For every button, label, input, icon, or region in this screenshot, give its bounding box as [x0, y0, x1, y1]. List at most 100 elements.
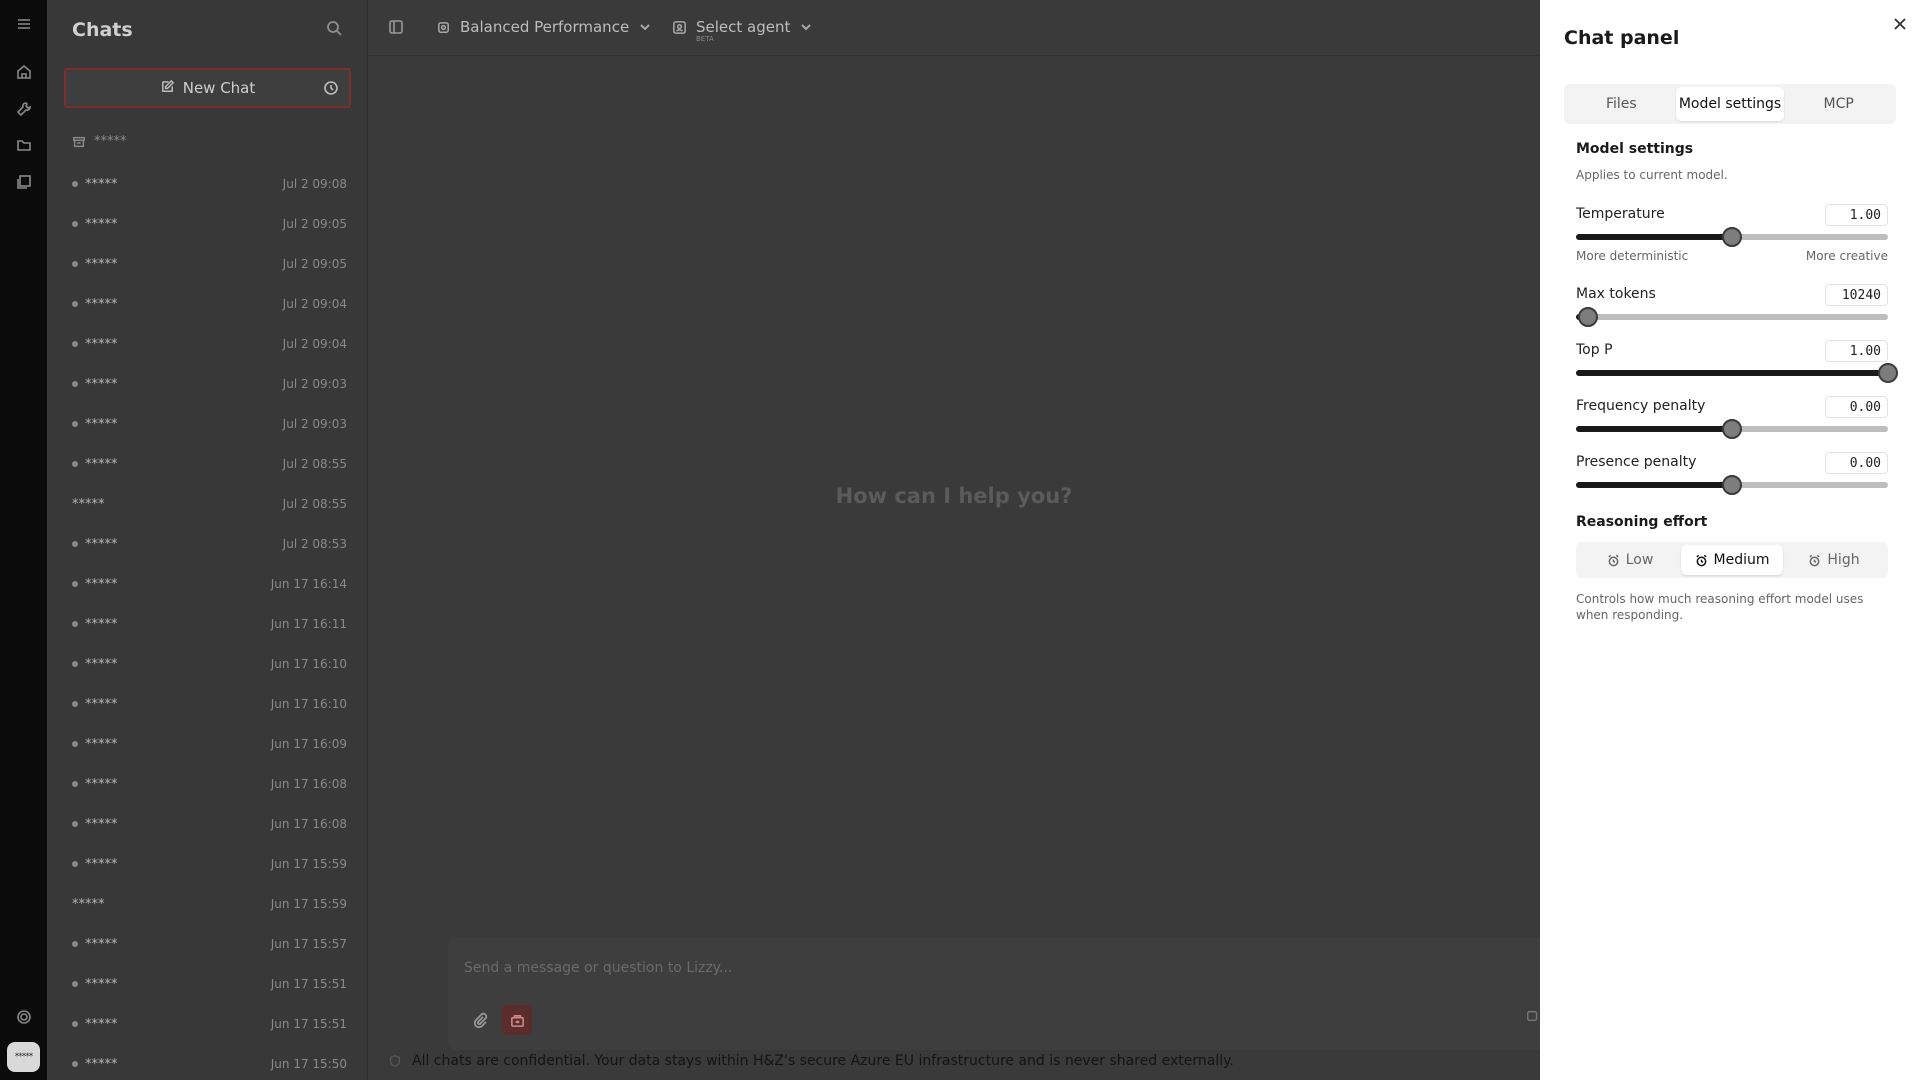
agent-label: Select agent	[696, 18, 791, 36]
max-tokens-slider[interactable]	[1576, 307, 1888, 327]
slider-thumb[interactable]	[1722, 475, 1742, 495]
slider-thumb[interactable]	[1578, 307, 1599, 327]
chat-list-item[interactable]: ***** Jul 2 09:05	[72, 204, 347, 244]
model-icon	[438, 21, 449, 33]
max-tokens-label: Max tokens	[1576, 286, 1656, 302]
chat-list-item[interactable]: ***** Jun 17 15:59	[72, 844, 347, 884]
chat-list-item[interactable]: ***** Jul 2 09:03	[72, 404, 347, 444]
chat-item-time: Jun 17 16:11	[270, 617, 347, 631]
search-icon[interactable]	[326, 20, 346, 40]
new-chat-button[interactable]: New Chat	[64, 68, 351, 108]
model-label: Balanced Performance	[460, 18, 630, 36]
temperature-label: Temperature	[1576, 206, 1665, 222]
reasoning-low-button[interactable]: Low	[1579, 545, 1681, 575]
tool-toggle-icon[interactable]	[502, 1005, 532, 1035]
chat-list-item[interactable]: ***** Jul 2 09:05	[72, 244, 347, 284]
slider-thumb[interactable]	[1722, 227, 1742, 247]
archive-icon	[73, 136, 85, 147]
chat-item-title: *****	[72, 1057, 118, 1072]
menu-icon[interactable]	[14, 14, 34, 34]
presence-penalty-slider[interactable]	[1576, 475, 1888, 495]
chat-list-item[interactable]: ***** Jun 17 15:57	[72, 924, 347, 964]
chat-item-time: Jul 2 09:04	[282, 297, 347, 311]
chat-item-name: *****	[85, 1016, 118, 1032]
chat-item-name: *****	[85, 976, 118, 992]
reasoning-medium-button[interactable]: Medium	[1681, 545, 1783, 575]
reasoning-high-label: High	[1827, 552, 1860, 568]
reasoning-medium-label: Medium	[1713, 552, 1770, 568]
section-title: Model settings	[1576, 141, 1694, 157]
tab-model-settings[interactable]: Model settings	[1675, 87, 1785, 121]
chat-list-item[interactable]: ***** Jul 2 08:53	[72, 524, 347, 564]
reasoning-high-button[interactable]: High	[1783, 545, 1885, 575]
slider-thumb[interactable]	[1722, 419, 1742, 439]
chat-list-item[interactable]: ***** Jul 2 08:55	[72, 444, 347, 484]
chat-list-item[interactable]: ***** Jun 17 16:08	[72, 764, 347, 804]
chat-list-item[interactable]: ***** Jun 17 16:11	[72, 604, 347, 644]
chat-item-title: *****	[72, 497, 105, 512]
chat-list-item[interactable]: ***** Jun 17 16:08	[72, 804, 347, 844]
edit-icon	[160, 79, 183, 98]
home-icon[interactable]	[14, 62, 34, 82]
top-p-input[interactable]	[1825, 340, 1888, 362]
chat-status-dot	[72, 381, 78, 387]
attach-icon[interactable]	[466, 1006, 494, 1034]
slider-thumb[interactable]	[1878, 363, 1898, 383]
chat-item-name: *****	[85, 256, 118, 272]
chat-list-item[interactable]: ***** Jun 17 16:09	[72, 724, 347, 764]
sidebar-toggle-icon[interactable]	[388, 19, 404, 39]
chat-item-name: *****	[85, 936, 118, 952]
chat-item-time: Jul 2 09:08	[282, 177, 347, 191]
max-tokens-input[interactable]	[1825, 284, 1888, 306]
avatar[interactable]: *****	[7, 1042, 40, 1072]
greeting: How can I help you?	[835, 484, 1073, 508]
message-input[interactable]: Send a message or question to Lizzy...	[464, 960, 732, 976]
message-composer[interactable]: Send a message or question to Lizzy...	[448, 938, 1540, 1050]
temperature-input[interactable]	[1825, 204, 1888, 226]
chat-list-item[interactable]: ***** Jul 2 09:04	[72, 324, 347, 364]
presence-penalty-input[interactable]	[1825, 452, 1888, 474]
chat-list-item[interactable]: ***** Jul 2 09:08	[72, 164, 347, 204]
history-icon[interactable]	[323, 80, 339, 100]
chat-item-time: Jun 17 15:57	[270, 937, 347, 951]
close-icon[interactable]	[1893, 16, 1909, 32]
chat-list-item[interactable]: ***** Jun 17 15:51	[72, 1004, 347, 1044]
chat-item-name: *****	[85, 376, 118, 392]
archive-folder[interactable]: *****	[72, 134, 127, 149]
folder-icon[interactable]	[14, 135, 34, 155]
tools-icon[interactable]	[14, 99, 34, 119]
chat-list-item[interactable]: ***** Jul 2 08:55	[72, 484, 347, 524]
frequency-penalty-input[interactable]	[1825, 396, 1888, 418]
settings-icon[interactable]	[14, 1007, 34, 1027]
tab-mcp[interactable]: MCP	[1784, 87, 1893, 121]
top-p-slider[interactable]	[1576, 363, 1898, 383]
chat-list-item[interactable]: ***** Jun 17 16:14	[72, 564, 347, 604]
chat-item-name: *****	[85, 176, 118, 192]
chat-item-title: *****	[72, 977, 118, 992]
chat-list-item[interactable]: ***** Jul 2 09:04	[72, 284, 347, 324]
chat-list-item[interactable]: ***** Jun 17 15:59	[72, 884, 347, 924]
chat-list-item[interactable]: ***** Jul 2 09:03	[72, 364, 347, 404]
frequency-penalty-slider[interactable]	[1576, 419, 1888, 439]
chat-item-title: *****	[72, 337, 118, 352]
slider-fill	[1576, 482, 1732, 488]
chat-item-name: *****	[85, 576, 118, 592]
chat-status-dot	[72, 661, 78, 667]
agent-icon	[673, 20, 686, 34]
tab-files[interactable]: Files	[1567, 87, 1676, 121]
agent-selector[interactable]: Select agent BETA	[672, 18, 812, 43]
slider-fill	[1576, 370, 1888, 376]
chat-list-item[interactable]: ***** Jun 17 15:51	[72, 964, 347, 1004]
chat-list-item[interactable]: ***** Jun 17 16:10	[72, 684, 347, 724]
temperature-slider[interactable]	[1576, 227, 1888, 247]
chat-status-dot	[72, 821, 78, 827]
chevron-down-icon	[640, 24, 650, 31]
model-selector[interactable]: Balanced Performance	[436, 18, 651, 36]
chat-list-item[interactable]: ***** Jun 17 16:10	[72, 644, 347, 684]
chat-item-title: *****	[72, 697, 118, 712]
voice-icon[interactable]	[1526, 1008, 1540, 1027]
gallery-icon[interactable]	[14, 172, 34, 192]
chat-item-time: Jul 2 09:03	[282, 377, 347, 391]
chat-item-time: Jul 2 09:05	[282, 257, 347, 271]
chat-list-item[interactable]: ***** Jun 17 15:50	[72, 1044, 347, 1080]
